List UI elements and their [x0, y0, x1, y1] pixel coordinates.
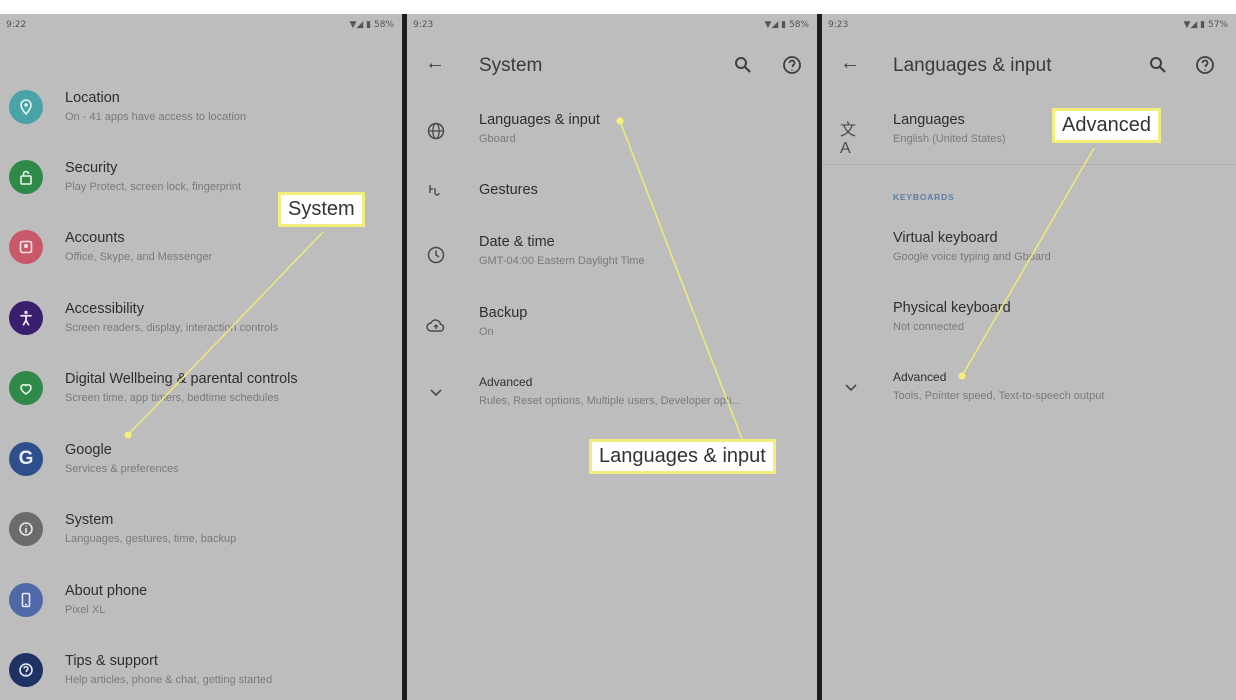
settings-panel: 9:22 ▼◢ ▮ 58% Location On - 41 apps have… — [0, 14, 402, 700]
callout-connector — [958, 147, 1095, 380]
system-panel: 9:23 ▼◢ ▮ 58% ← System Languages & input… — [407, 14, 817, 700]
system-callout: System — [278, 192, 365, 227]
languages-input-callout: Languages & input — [589, 439, 776, 474]
advanced-callout: Advanced — [1052, 108, 1161, 143]
callout-connector — [124, 231, 324, 439]
callout-connector — [616, 117, 743, 440]
languages-input-panel: 9:23 ▼◢ ▮ 57% ← Languages & input 文A Lan… — [822, 14, 1236, 700]
